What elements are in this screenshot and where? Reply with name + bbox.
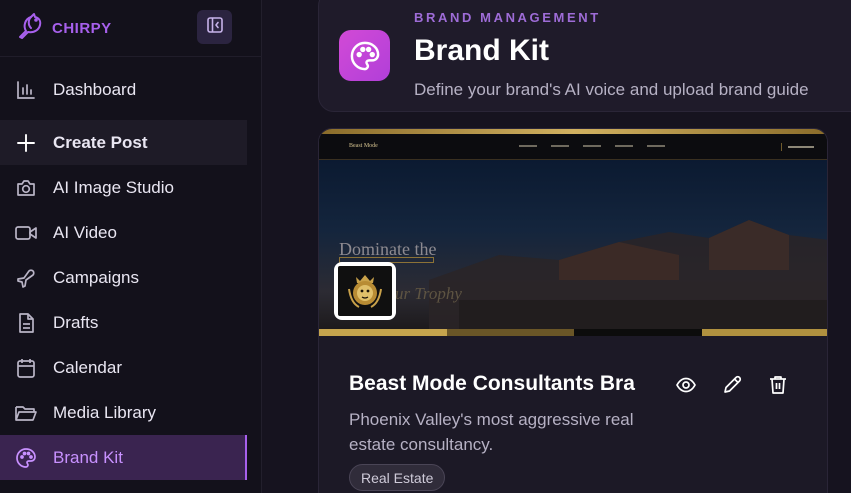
brand-name: Beast Mode Consultants Bra (349, 372, 635, 395)
document-icon (14, 311, 38, 335)
page-title: Brand Kit (414, 34, 549, 67)
sidebar-item-brand-kit[interactable]: Brand Kit (0, 435, 247, 480)
page-eyebrow: BRAND MANAGEMENT (414, 10, 601, 25)
sidebar-collapse-icon (206, 16, 224, 39)
color-swatch (319, 329, 447, 336)
brand-card[interactable]: Beast Mode Dominate the ur Trophy Beast … (318, 128, 828, 493)
palette-icon (14, 446, 38, 470)
page-subtitle: Define your brand's AI voice and upload … (414, 80, 809, 99)
sidebar-item-calendar[interactable]: Calendar (0, 345, 262, 390)
sidebar-item-media-library[interactable]: Media Library (0, 390, 262, 435)
sidebar-nav: Dashboard Create Post AI Image Studio AI… (0, 67, 262, 480)
sidebar-item-campaigns[interactable]: Campaigns (0, 255, 262, 300)
lion-crest-icon (338, 266, 392, 316)
page-header: BRAND MANAGEMENT Brand Kit Define your b… (318, 0, 851, 112)
preview-hero-text: Dominate the (339, 239, 437, 259)
sidebar-divider (0, 56, 262, 57)
sidebar-item-label: Campaigns (53, 267, 139, 287)
sidebar-item-dashboard[interactable]: Dashboard (0, 67, 262, 112)
sidebar-item-label: AI Video (53, 222, 117, 242)
camera-icon (14, 176, 38, 200)
preview-cta (781, 143, 819, 151)
sidebar-item-label: Create Post (53, 132, 148, 152)
palette-icon (339, 30, 390, 81)
industry-badge: Real Estate (349, 464, 446, 491)
bar-chart-icon (14, 78, 38, 102)
pencil-icon (721, 374, 743, 401)
preview-nav-links (519, 145, 665, 147)
trash-icon (767, 374, 789, 401)
brand-logo (334, 262, 396, 320)
preview-nav: Beast Mode (319, 134, 827, 160)
sidebar-item-label: Drafts (53, 312, 99, 332)
brand-description: Phoenix Valley's most aggressive real es… (349, 410, 634, 454)
color-swatch (701, 329, 827, 336)
sidebar-item-drafts[interactable]: Drafts (0, 300, 262, 345)
edit-button[interactable] (720, 375, 744, 399)
brand-color-stripe (319, 329, 827, 336)
sidebar-item-label: Media Library (53, 402, 156, 422)
sidebar-item-label: Brand Kit (53, 447, 123, 467)
sidebar-item-create-post[interactable]: Create Post (0, 120, 247, 165)
sidebar-item-label: Dashboard (53, 79, 137, 99)
bird-logo-icon (16, 11, 48, 46)
sidebar-collapse-button[interactable] (197, 10, 232, 44)
app-name: CHIRPY (52, 19, 112, 37)
sidebar: CHIRPY Dashboard Create Post AI Image St… (0, 0, 262, 493)
eye-icon (675, 374, 697, 401)
color-swatch (446, 329, 574, 336)
folder-icon (14, 401, 38, 425)
sidebar-item-label: AI Image Studio (53, 177, 174, 197)
preview-site-name: Beast Mode (349, 143, 378, 149)
plane-icon (14, 266, 38, 290)
sidebar-item-label: Calendar (53, 357, 122, 377)
calendar-icon (14, 356, 38, 380)
video-icon (14, 221, 38, 245)
main-content: BRAND MANAGEMENT Brand Kit Define your b… (263, 0, 851, 493)
brand-card-actions (674, 375, 790, 399)
plus-icon (14, 131, 38, 155)
color-swatch (574, 329, 702, 336)
sidebar-item-ai-image-studio[interactable]: AI Image Studio (0, 165, 262, 210)
preview-hero-text-2: ur Trophy (395, 284, 462, 303)
sidebar-item-ai-video[interactable]: AI Video (0, 210, 262, 255)
view-button[interactable] (674, 375, 698, 399)
app-logo[interactable]: CHIRPY (16, 12, 112, 44)
delete-button[interactable] (766, 375, 790, 399)
